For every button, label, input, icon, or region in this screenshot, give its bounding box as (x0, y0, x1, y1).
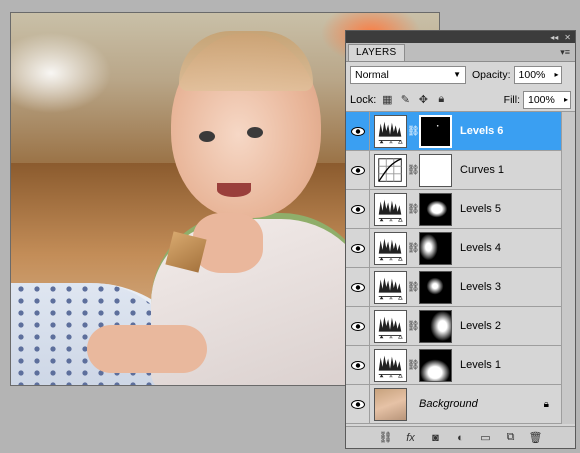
visibility-eye-icon[interactable] (346, 345, 370, 385)
layer-mask-thumbnail[interactable] (419, 192, 452, 226)
mask-link-icon[interactable]: ⛓ (407, 204, 420, 215)
layer-lock-icon: 🔒︎ (543, 398, 549, 410)
layer-mask-thumbnail[interactable] (419, 153, 452, 187)
levels-adjustment-icon[interactable] (374, 231, 407, 265)
layers-scrollbar[interactable] (561, 112, 575, 424)
fx-icon[interactable]: fx (403, 432, 419, 444)
photo-mouth (217, 183, 251, 197)
layer-mask-thumbnail[interactable] (419, 348, 452, 386)
fill-field[interactable]: 100% ▸ (523, 90, 571, 109)
layers-list: ⛓ Levels 6 ⛓ Curves 1 ⛓ Levels 5 ⛓ Level… (346, 112, 575, 424)
layer-name[interactable]: Levels 4 (460, 242, 501, 254)
lock-label: Lock: (350, 93, 377, 106)
layer-row[interactable]: ⛓ Levels 6 (346, 112, 575, 151)
tab-layers[interactable]: LAYERS (348, 44, 405, 61)
fill-arrow-icon[interactable]: ▸ (564, 95, 568, 104)
layer-mask-thumbnail[interactable] (419, 231, 452, 265)
layer-name[interactable]: Levels 6 (460, 125, 503, 137)
fill-label: Fill: (503, 93, 520, 106)
photo-eye-left (199, 131, 215, 142)
lock-row: Lock: ▦ ✎ ✥ 🔒︎ Fill: 100% ▸ (346, 88, 575, 112)
visibility-eye-icon[interactable] (346, 384, 370, 424)
layer-row[interactable]: ⛓ Levels 3 (346, 267, 575, 307)
new-layer-icon[interactable]: ⧉ (503, 431, 519, 444)
photo-arm (87, 325, 207, 373)
layer-row[interactable]: ⛓ Levels 1 (346, 345, 575, 386)
visibility-eye-icon[interactable] (346, 112, 370, 151)
layer-name[interactable]: Levels 5 (460, 203, 501, 215)
layers-bottom-toolbar: ⛓ fx ◙ ◐ ▭ ⧉ 🗑︎ (346, 426, 575, 448)
mask-link-icon[interactable]: ⛓ (407, 165, 420, 176)
layer-row[interactable]: ⛓ Curves 1 (346, 150, 575, 190)
levels-adjustment-icon[interactable] (374, 192, 407, 226)
blend-mode-value: Normal (355, 69, 389, 81)
levels-adjustment-icon[interactable] (374, 270, 407, 304)
photo-hair (179, 31, 313, 91)
visibility-eye-icon[interactable] (346, 228, 370, 268)
layer-mask-thumbnail[interactable] (419, 114, 452, 148)
photo-eye-right (247, 127, 263, 138)
layer-row[interactable]: ⛓ Levels 5 (346, 189, 575, 229)
levels-adjustment-icon[interactable] (374, 348, 407, 382)
collapse-icon[interactable]: ◂◂ (550, 33, 558, 42)
layers-panel: ◂◂ ✕ LAYERS ▾≡ Normal ▼ Opacity: 100% ▸ … (345, 30, 576, 449)
link-icon[interactable]: ⛓ (378, 431, 394, 444)
blend-row: Normal ▼ Opacity: 100% ▸ (346, 62, 575, 88)
curves-adjustment-icon[interactable] (374, 153, 407, 187)
layer-row[interactable]: Background 🔒︎ (346, 384, 575, 424)
lock-paint-icon[interactable]: ✎ (398, 93, 412, 107)
layer-name[interactable]: Levels 2 (460, 320, 501, 332)
lock-transparency-icon[interactable]: ▦ (380, 93, 394, 107)
mask-icon[interactable]: ◙ (428, 432, 444, 444)
mask-link-icon[interactable]: ⛓ (407, 321, 420, 332)
trash-icon[interactable]: 🗑︎ (528, 431, 544, 444)
panel-menu-icon[interactable]: ▾≡ (560, 47, 570, 58)
close-panel-icon[interactable]: ✕ (564, 33, 571, 42)
opacity-label: Opacity: (472, 69, 511, 81)
fill-value: 100% (528, 93, 555, 106)
panel-tabbar: LAYERS ▾≡ (346, 43, 575, 62)
levels-adjustment-icon[interactable] (374, 309, 407, 343)
mask-link-icon[interactable]: ⛓ (407, 126, 420, 137)
opacity-value: 100% (518, 69, 546, 81)
visibility-eye-icon[interactable] (346, 306, 370, 346)
mask-link-icon[interactable]: ⛓ (407, 282, 420, 293)
visibility-eye-icon[interactable] (346, 150, 370, 190)
levels-adjustment-icon[interactable] (374, 114, 407, 148)
panel-title-strip: ◂◂ ✕ (346, 31, 575, 43)
mask-link-icon[interactable]: ⛓ (407, 360, 420, 371)
opacity-field[interactable]: 100% ▸ (513, 66, 562, 84)
opacity-arrow-icon[interactable]: ▸ (555, 70, 559, 79)
layer-mask-thumbnail[interactable] (419, 309, 455, 343)
background-thumbnail[interactable] (374, 387, 407, 421)
layer-mask-thumbnail[interactable] (419, 270, 452, 304)
layer-row[interactable]: ⛓ Levels 2 (346, 306, 575, 346)
visibility-eye-icon[interactable] (346, 267, 370, 307)
group-icon[interactable]: ▭ (478, 431, 494, 444)
visibility-eye-icon[interactable] (346, 189, 370, 229)
layer-name[interactable]: Curves 1 (460, 164, 504, 176)
layer-name[interactable]: Levels 3 (460, 281, 501, 293)
layer-row[interactable]: ⛓ Levels 4 (346, 228, 575, 268)
mask-link-icon[interactable]: ⛓ (407, 243, 420, 254)
blend-mode-select[interactable]: Normal ▼ (350, 66, 466, 84)
layer-name[interactable]: Levels 1 (460, 359, 501, 371)
adjustment-icon[interactable]: ◐ (453, 432, 469, 444)
dropdown-arrow-icon: ▼ (453, 70, 461, 79)
layer-name[interactable]: Background (419, 398, 478, 410)
lock-all-icon[interactable]: 🔒︎ (434, 93, 448, 107)
lock-position-icon[interactable]: ✥ (416, 93, 430, 107)
